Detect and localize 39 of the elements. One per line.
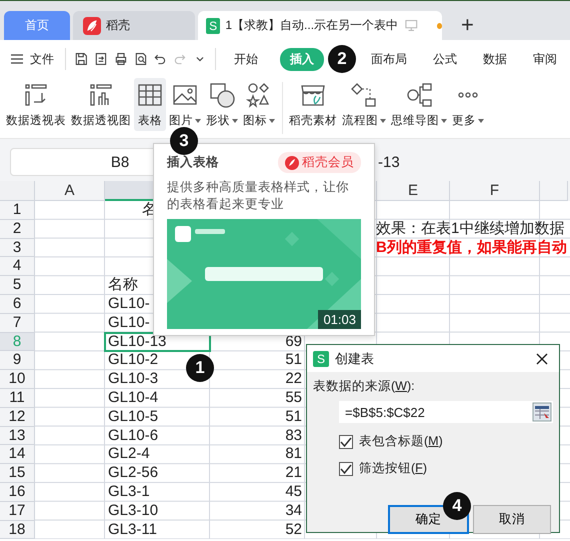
tooltip-title: 插入表格 — [167, 154, 219, 171]
table-cell: GL10- — [108, 314, 150, 331]
table-cell: 81 — [285, 445, 302, 462]
table-cell: 51 — [285, 408, 302, 425]
table-cell: 34 — [285, 502, 302, 519]
table-cell: GL2-56 — [108, 464, 158, 482]
table-cell: 效果：在表1中继续增加数据 — [376, 220, 564, 237]
table-cell: GL3-1 — [108, 482, 150, 500]
step-number-badge: 2 — [328, 45, 356, 73]
table-cell: GL3-11 — [108, 520, 157, 538]
table-cell: GL10-13 — [108, 332, 166, 350]
table-cell: GL10-6 — [108, 426, 158, 444]
checkbox-label: 表包含标题(M) — [359, 433, 443, 450]
member-badge: 稻壳会员 — [278, 152, 361, 173]
table-cell: 45 — [285, 482, 302, 500]
sheet-app-icon: S — [313, 350, 329, 366]
checkbox-label: 筛选按钮(F) — [359, 460, 427, 477]
table-cell: 52 — [285, 520, 302, 538]
table-cell: 名称 — [108, 276, 138, 294]
step-number-badge: 3 — [170, 127, 198, 155]
table-cell: 22 — [285, 370, 302, 388]
table-cell: GL3-10 — [108, 502, 158, 519]
table-cell: GL2-4 — [108, 445, 150, 462]
field-label: 表数据的来源(W): — [313, 378, 416, 395]
table-cell: GL10-5 — [108, 408, 158, 425]
table-cell: GL10-2 — [108, 351, 158, 368]
table-cell: 51 — [285, 351, 302, 368]
table-cell: B列的重复值，如果能再自动 — [376, 238, 567, 256]
table-cell: 55 — [285, 388, 302, 406]
table-cell: 83 — [285, 426, 302, 444]
table-cell: GL10-3 — [108, 370, 158, 388]
table-cell: 21 — [285, 464, 302, 482]
sheet-app-icon: S — [206, 18, 220, 34]
dialog-title: 创建表 — [335, 350, 375, 368]
video-duration: 01:03 — [318, 310, 361, 329]
tooltip-description: 提供多种高质量表格样式，让你的表格看起来更专业 — [167, 179, 350, 213]
table-cell: GL10-4 — [108, 388, 158, 406]
table-cell: GL10- — [108, 294, 150, 312]
table-cell: 69 — [285, 332, 302, 350]
